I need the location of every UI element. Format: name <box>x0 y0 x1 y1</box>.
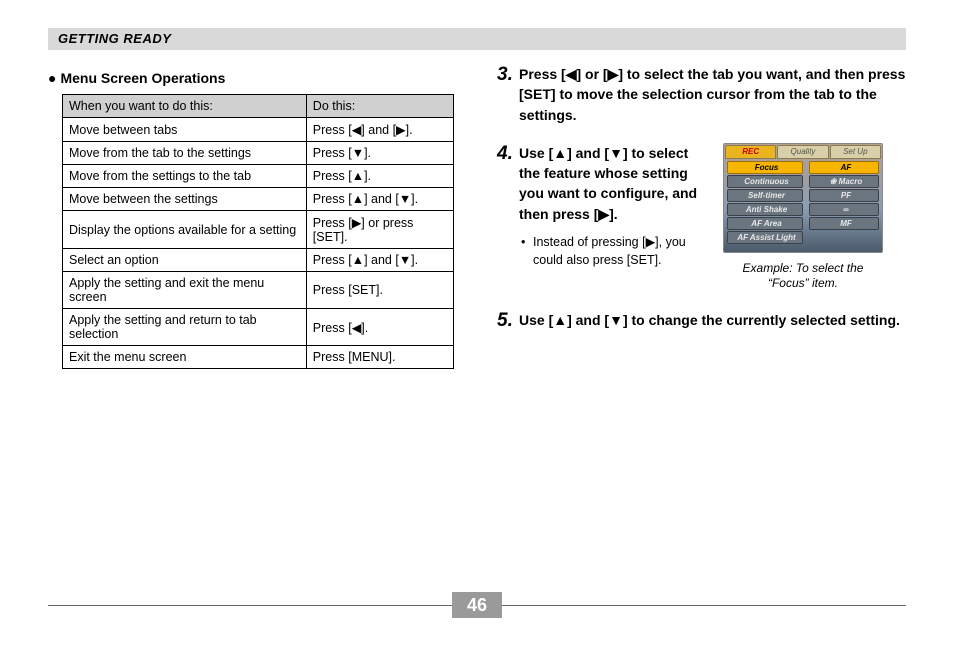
menu-ops-table: When you want to do this: Do this: Move … <box>62 94 454 369</box>
cam-item: Anti Shake <box>727 203 803 216</box>
example-caption: Example: To select the “Focus” item. <box>743 261 864 291</box>
subhead-text: Menu Screen Operations <box>60 70 225 86</box>
cam-item: AF Assist Light <box>727 231 803 244</box>
menu-ops-subhead: ●Menu Screen Operations <box>48 70 457 86</box>
col-head-1: When you want to do this: <box>63 95 307 118</box>
cam-option-af: AF <box>809 161 879 174</box>
step-3: 3. Press [◀] or [▶] to select the tab yo… <box>497 64 906 125</box>
cam-option: ❀ Macro <box>809 175 879 188</box>
step-4: 4. Use [▲] and [▼] to select the feature… <box>497 143 906 292</box>
step-text: Use [▲] and [▼] to change the currently … <box>519 310 906 330</box>
step-note: Instead of pressing [▶], you could also … <box>519 234 709 269</box>
section-header: GETTING READY <box>48 28 906 50</box>
cam-item: Self-timer <box>727 189 803 202</box>
page-footer: 46 <box>48 605 906 618</box>
step-number: 5. <box>497 310 519 332</box>
cam-tab-quality: Quality <box>777 145 828 159</box>
step-number: 4. <box>497 143 519 292</box>
example-figure: REC Quality Set Up Focus Continuous Self… <box>723 143 883 292</box>
left-column: ●Menu Screen Operations When you want to… <box>48 64 457 369</box>
cam-option: MF <box>809 217 879 230</box>
step-number: 3. <box>497 64 519 125</box>
table-row: Select an optionPress [▲] and [▼]. <box>63 249 454 272</box>
cam-tab-rec: REC <box>725 145 776 159</box>
table-row: Apply the setting and return to tab sele… <box>63 309 454 346</box>
right-column: 3. Press [◀] or [▶] to select the tab yo… <box>497 64 906 369</box>
table-row: Exit the menu screenPress [MENU]. <box>63 346 454 369</box>
col-head-2: Do this: <box>306 95 453 118</box>
camera-menu-illustration: REC Quality Set Up Focus Continuous Self… <box>723 143 883 253</box>
table-row: Move from the settings to the tabPress [… <box>63 165 454 188</box>
content-columns: ●Menu Screen Operations When you want to… <box>48 64 906 369</box>
table-row: Apply the setting and exit the menu scre… <box>63 272 454 309</box>
page-number: 46 <box>452 592 502 618</box>
table-row: Display the options available for a sett… <box>63 211 454 249</box>
step-text: Press [◀] or [▶] to select the tab you w… <box>519 64 906 125</box>
table-row: Move between the settingsPress [▲] and [… <box>63 188 454 211</box>
table-row: Move between tabsPress [◀] and [▶]. <box>63 118 454 142</box>
table-row: Move from the tab to the settingsPress [… <box>63 142 454 165</box>
cam-option: ∞ <box>809 203 879 216</box>
cam-tab-setup: Set Up <box>830 145 881 159</box>
step-text: Use [▲] and [▼] to select the feature wh… <box>519 143 709 224</box>
cam-item: Continuous <box>727 175 803 188</box>
cam-option: PF <box>809 189 879 202</box>
cam-item: AF Area <box>727 217 803 230</box>
cam-item-focus: Focus <box>727 161 803 174</box>
step-5: 5. Use [▲] and [▼] to change the current… <box>497 310 906 332</box>
